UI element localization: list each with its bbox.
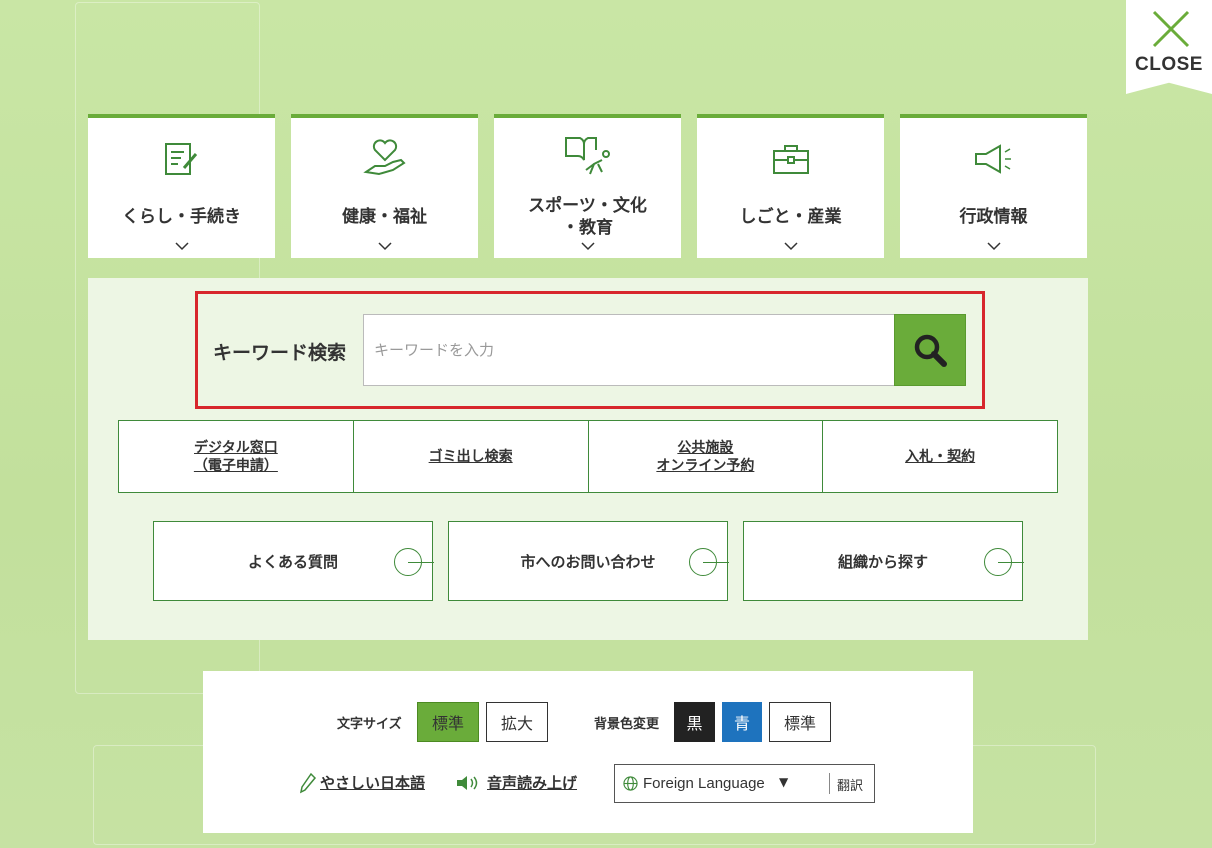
chevron-down-icon xyxy=(377,242,392,251)
close-label: CLOSE xyxy=(1135,54,1203,75)
link-line1: 公共施設 xyxy=(677,439,734,456)
category-menu: くらし・手続き 健康・福祉 スポーツ・文化 ・教育 しごと・産業 行政情報 xyxy=(88,114,1088,258)
chevron-down-icon xyxy=(174,242,189,251)
search-panel: キーワード検索 デジタル窓口（電子申請） ゴミ出し検索 公共施設オンライン予約 … xyxy=(88,278,1088,640)
arrow-line xyxy=(703,562,729,563)
globe-icon xyxy=(623,776,638,791)
bg-black-button[interactable]: 黒 xyxy=(674,702,715,742)
divider xyxy=(829,773,830,794)
heart-hand-icon xyxy=(362,139,406,176)
button-label: 組織から探す xyxy=(837,553,928,571)
font-standard-button[interactable]: 標準 xyxy=(417,702,479,742)
category-label-line1: スポーツ・文化 xyxy=(528,196,647,216)
link-line1: 入札・契約 xyxy=(905,448,976,465)
dropdown-arrow-icon: ▼ xyxy=(779,775,789,789)
megaphone-icon xyxy=(974,144,1011,174)
link-line2: オンライン予約 xyxy=(656,457,755,474)
font-large-button[interactable]: 拡大 xyxy=(486,702,548,742)
category-gyosei[interactable]: 行政情報 xyxy=(900,114,1087,258)
link-line1: ゴミ出し検索 xyxy=(428,448,513,465)
link-line2: （電子申請） xyxy=(193,457,278,474)
link-digital-window[interactable]: デジタル窓口 （電子申請） xyxy=(119,421,354,492)
search-input[interactable] xyxy=(363,314,895,386)
category-sports[interactable]: スポーツ・文化 ・教育 xyxy=(494,114,681,258)
bg-color-label: 背景色変更 xyxy=(594,717,660,732)
keyword-search-box: キーワード検索 xyxy=(195,291,985,409)
link-bidding[interactable]: 入札・契約 xyxy=(823,421,1057,492)
document-pen-icon xyxy=(164,143,197,175)
category-label: スポーツ・文化 ・教育 xyxy=(494,195,681,239)
category-label: くらし・手続き xyxy=(122,207,241,227)
category-label: しごと・産業 xyxy=(739,207,842,227)
chevron-down-icon xyxy=(986,242,1001,251)
book-runner-icon xyxy=(564,137,610,175)
bg-blue-button[interactable]: 青 xyxy=(722,702,762,742)
search-label: キーワード検索 xyxy=(213,342,347,364)
category-kurashi[interactable]: くらし・手続き xyxy=(88,114,275,258)
quick-links: デジタル窓口 （電子申請） ゴミ出し検索 公共施設 オンライン予約 入札・契約 xyxy=(118,420,1058,493)
link-line1: デジタル窓口 xyxy=(194,439,278,456)
link-facility-reservation[interactable]: 公共施設 オンライン予約 xyxy=(589,421,824,492)
category-kenko[interactable]: 健康・福祉 xyxy=(291,114,478,258)
close-x-icon xyxy=(1152,10,1190,48)
chevron-down-icon xyxy=(580,242,595,251)
category-label: 行政情報 xyxy=(959,207,1028,227)
category-shigoto[interactable]: しごと・産業 xyxy=(697,114,884,258)
search-icon xyxy=(914,334,947,367)
link-garbage-search[interactable]: ゴミ出し検索 xyxy=(354,421,589,492)
organization-button[interactable]: 組織から探す xyxy=(743,521,1024,601)
category-label: 健康・福祉 xyxy=(342,207,427,227)
contact-button[interactable]: 市へのお問い合わせ xyxy=(448,521,729,601)
chevron-down-icon xyxy=(783,242,798,251)
language-select[interactable]: Foreign Language ▼ 翻訳 xyxy=(614,764,875,803)
briefcase-icon xyxy=(772,145,809,174)
arrow-line xyxy=(408,562,434,563)
button-label: よくある質問 xyxy=(247,553,338,571)
speaker-icon xyxy=(457,776,478,790)
translate-label: 翻訳 xyxy=(837,779,864,794)
language-label: Foreign Language xyxy=(643,775,765,792)
faq-button[interactable]: よくある質問 xyxy=(153,521,434,601)
close-button[interactable]: CLOSE xyxy=(1126,0,1212,94)
voice-reader-link[interactable]: 音声読み上げ xyxy=(487,772,577,793)
category-label-line2: ・教育 xyxy=(562,218,613,238)
search-button[interactable] xyxy=(894,314,966,386)
easy-japanese-link[interactable]: やさしい日本語 xyxy=(320,772,425,793)
bg-standard-button[interactable]: 標準 xyxy=(769,702,831,742)
font-size-label: 文字サイズ xyxy=(337,717,402,732)
arrow-line xyxy=(998,562,1024,563)
pencil-icon xyxy=(299,772,317,794)
accessibility-bar: 文字サイズ 標準 拡大 背景色変更 黒 青 標準 やさしい日本語 音声読み上げ … xyxy=(203,671,973,833)
button-label: 市へのお問い合わせ xyxy=(520,553,656,571)
